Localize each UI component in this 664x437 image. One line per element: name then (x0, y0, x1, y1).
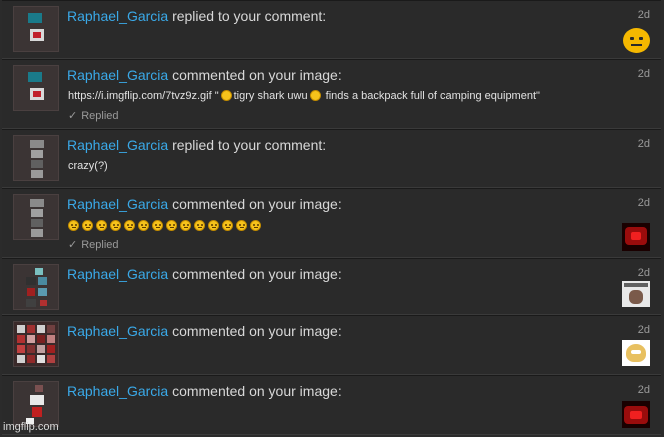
username-link[interactable]: Raphael_Garcia (67, 67, 168, 83)
username-link[interactable]: Raphael_Garcia (67, 137, 168, 153)
timestamp: 2d (637, 9, 650, 21)
emoji-icon (222, 220, 233, 231)
emoji-icon (138, 220, 149, 231)
notification-item[interactable]: Raphael_Garcia commented on your image: … (2, 188, 661, 258)
replied-status: ✓ Replied (68, 110, 119, 122)
notification-item[interactable]: Raphael_Garcia commented on your image: … (2, 258, 661, 315)
emoji-icon (110, 220, 121, 231)
red-meme-avatar[interactable] (622, 223, 650, 251)
notification-header: Raphael_Garcia commented on your image: (67, 266, 342, 282)
notification-item[interactable]: Raphael_Garcia commented on your image: … (2, 375, 661, 435)
image-thumbnail[interactable] (13, 135, 59, 181)
image-thumbnail[interactable] (13, 65, 59, 111)
timestamp: 2d (637, 384, 650, 396)
notification-header: Raphael_Garcia commented on your image: (67, 323, 342, 339)
emoji-icon (236, 220, 247, 231)
username-link[interactable]: Raphael_Garcia (67, 383, 168, 399)
emoji-icon (250, 220, 261, 231)
notification-item[interactable]: Raphael_Garcia commented on your image: … (2, 59, 661, 129)
emoji-icon (166, 220, 177, 231)
red-meme-avatar[interactable] (622, 401, 650, 428)
imgflip-watermark: imgflip.com (3, 421, 59, 433)
emoji-icon (309, 90, 321, 101)
notification-item[interactable]: Raphael_Garcia replied to your comment: … (2, 0, 661, 59)
meme-face-avatar[interactable] (622, 281, 650, 307)
notification-header: Raphael_Garcia replied to your comment: (67, 8, 326, 24)
notification-header: Raphael_Garcia commented on your image: (67, 196, 342, 212)
notification-header: Raphael_Garcia replied to your comment: (67, 137, 326, 153)
notification-header: Raphael_Garcia commented on your image: (67, 383, 342, 399)
action-text: commented on your image: (172, 266, 342, 282)
comment-text: crazy(?) (68, 160, 108, 172)
username-link[interactable]: Raphael_Garcia (67, 266, 168, 282)
checkmark-icon: ✓ (68, 110, 78, 122)
emoji-row (68, 220, 261, 231)
cartoon-avatar[interactable] (622, 340, 650, 366)
action-text: commented on your image: (172, 67, 342, 83)
action-text: replied to your comment: (172, 137, 327, 153)
notification-item[interactable]: Raphael_Garcia commented on your image: … (2, 315, 661, 375)
replied-status: ✓ Replied (68, 239, 119, 251)
image-thumbnail[interactable] (13, 264, 59, 310)
emoji-icon (124, 220, 135, 231)
notification-header: Raphael_Garcia commented on your image: (67, 67, 342, 83)
timestamp: 2d (637, 197, 650, 209)
emoji-icon (220, 90, 232, 101)
notification-item[interactable]: Raphael_Garcia replied to your comment: … (2, 129, 661, 188)
checkmark-icon: ✓ (68, 239, 78, 251)
action-text: commented on your image: (172, 323, 342, 339)
comment-text: https://i.imgflip.com/7tvz9z.gif " tigry … (68, 90, 540, 102)
image-thumbnail[interactable] (13, 6, 59, 52)
emoji-icon (152, 220, 163, 231)
action-text: commented on your image: (172, 383, 342, 399)
action-text: replied to your comment: (172, 8, 327, 24)
image-thumbnail[interactable] (13, 321, 59, 367)
smiley-face-avatar[interactable] (623, 28, 650, 53)
emoji-icon (194, 220, 205, 231)
image-thumbnail[interactable] (13, 194, 59, 240)
emoji-icon (82, 220, 93, 231)
timestamp: 2d (637, 138, 650, 150)
timestamp: 2d (637, 267, 650, 279)
username-link[interactable]: Raphael_Garcia (67, 8, 168, 24)
timestamp: 2d (637, 324, 650, 336)
username-link[interactable]: Raphael_Garcia (67, 323, 168, 339)
timestamp: 2d (637, 68, 650, 80)
emoji-icon (68, 220, 79, 231)
emoji-icon (180, 220, 191, 231)
emoji-icon (96, 220, 107, 231)
username-link[interactable]: Raphael_Garcia (67, 196, 168, 212)
action-text: commented on your image: (172, 196, 342, 212)
emoji-icon (208, 220, 219, 231)
